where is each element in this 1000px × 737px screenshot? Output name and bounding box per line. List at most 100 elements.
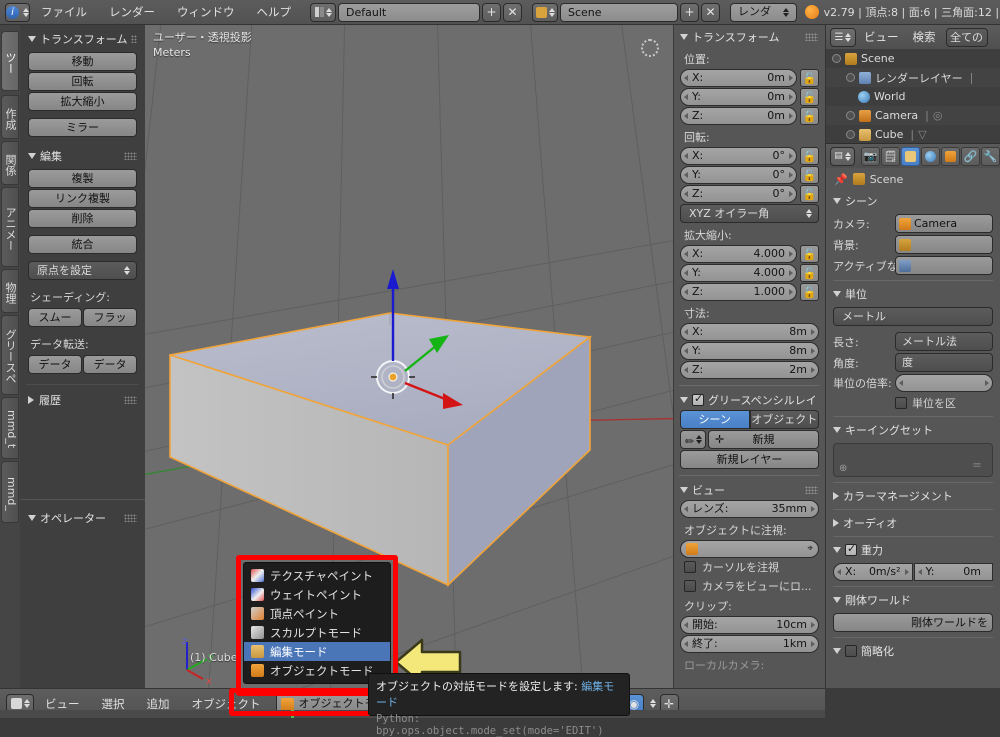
outliner-row-world[interactable]: World xyxy=(826,87,1000,106)
gravity-checkbox[interactable] xyxy=(845,542,857,556)
gp-object-button[interactable]: オブジェクト xyxy=(749,410,819,429)
rotation-x-field[interactable]: X: 0° xyxy=(680,147,797,165)
delete-screen-button[interactable]: ✕ xyxy=(503,2,522,22)
scale-y-field[interactable]: Y: 4.000 xyxy=(680,264,797,282)
color-management-section-header[interactable]: カラーマネージメント xyxy=(833,488,993,504)
tab-grease-pencil[interactable]: グリースペ xyxy=(1,315,19,395)
data-transfer-button[interactable]: データ xyxy=(28,355,82,374)
tab-mmd-tools[interactable]: mmd_t xyxy=(1,397,19,459)
grease-pencil-panel-header[interactable]: グリースペンシルレイ xyxy=(674,392,825,410)
lens-field[interactable]: レンズ: 35mm xyxy=(680,500,819,518)
expand-toggle-icon[interactable] xyxy=(846,130,855,139)
gravity-section-header[interactable]: 重力 xyxy=(833,542,993,558)
lock-scale-z-button[interactable]: 🔓 xyxy=(800,283,819,301)
clip-end-field[interactable]: 終了: 1km xyxy=(680,635,819,653)
eyedropper-icon[interactable]: ⌖ xyxy=(807,541,813,557)
outliner-row-camera[interactable]: Camera | ◎ xyxy=(826,106,1000,125)
join-button[interactable]: 統合 xyxy=(28,235,137,254)
lock-rotation-y-button[interactable]: 🔓 xyxy=(800,166,819,184)
rotate-button[interactable]: 回転 xyxy=(28,72,137,91)
tab-tools[interactable]: ツー xyxy=(1,31,19,91)
tab-render-layers-icon[interactable]: 🗒 xyxy=(881,146,900,166)
lock-scale-y-button[interactable]: 🔓 xyxy=(800,264,819,282)
separate-units-checkbox[interactable] xyxy=(895,397,907,409)
lock-object-field[interactable]: ⌖ xyxy=(680,540,819,558)
camera-data-icon[interactable]: ◎ xyxy=(933,109,943,122)
expand-toggle-icon[interactable] xyxy=(832,54,841,63)
render-engine-selector[interactable]: Blenderレンダー xyxy=(730,0,797,34)
simplify-section-header[interactable]: 簡略化 xyxy=(833,643,993,659)
scene-section-header[interactable]: シーン xyxy=(833,193,993,209)
gp-scene-button[interactable]: シーン xyxy=(680,410,750,429)
screen-layout-icon[interactable] xyxy=(310,2,336,22)
tab-animation[interactable]: アニメー xyxy=(1,187,19,267)
lock-cursor-row[interactable]: カーソルを注視 xyxy=(684,559,819,575)
menu-file[interactable]: ファイル xyxy=(30,4,98,20)
3d-viewport[interactable]: ユーザー・透視投影 Meters z y x (1) Cube xyxy=(145,25,673,688)
lock-location-z-button[interactable]: 🔓 xyxy=(800,107,819,125)
shade-smooth-button[interactable]: スムー xyxy=(28,308,82,327)
rotation-mode-dropdown[interactable]: XYZ オイラー角 xyxy=(680,204,819,223)
view-camera-gizmo-icon[interactable] xyxy=(641,39,659,57)
menu-help[interactable]: ヘルプ xyxy=(246,4,303,20)
data-transfer-layout-button[interactable]: データ xyxy=(83,355,137,374)
clip-start-field[interactable]: 開始: 10cm xyxy=(680,616,819,634)
gp-new-layer-button[interactable]: 新規レイヤー xyxy=(680,450,819,469)
simplify-checkbox[interactable] xyxy=(845,645,857,657)
screen-layout-name[interactable]: Default xyxy=(338,2,480,22)
tab-scene-icon[interactable] xyxy=(901,146,920,166)
pin-icon[interactable]: 📌 xyxy=(834,173,848,186)
keying-sets-section-header[interactable]: キーイングセット xyxy=(833,422,993,438)
angle-unit-dropdown[interactable]: 度 xyxy=(895,353,993,372)
operator-panel-header[interactable]: オペレーター xyxy=(28,510,137,526)
tab-physics[interactable]: 物理 xyxy=(1,269,19,313)
location-x-field[interactable]: X: 0m xyxy=(680,69,797,87)
lock-camera-checkbox[interactable] xyxy=(684,580,696,592)
outliner-display-mode-dropdown[interactable]: 全ての xyxy=(945,27,988,47)
lock-rotation-x-button[interactable]: 🔓 xyxy=(800,147,819,165)
rotation-z-field[interactable]: Z: 0° xyxy=(680,185,797,203)
transform-panel-header[interactable]: トランスフォーム xyxy=(674,25,825,47)
duplicate-linked-button[interactable]: リンク複製 xyxy=(28,189,137,208)
lock-location-x-button[interactable]: 🔓 xyxy=(800,69,819,87)
lock-location-y-button[interactable]: 🔓 xyxy=(800,88,819,106)
shade-flat-button[interactable]: フラッ xyxy=(83,308,137,327)
tab-constraints-icon[interactable]: 🔗 xyxy=(961,146,980,166)
tab-create[interactable]: 作成 xyxy=(1,95,19,139)
editor-type-selector-properties[interactable]: ▤ xyxy=(830,146,855,166)
add-scene-button[interactable]: + xyxy=(680,2,699,22)
lock-rotation-z-button[interactable]: 🔓 xyxy=(800,185,819,203)
gravity-y-field[interactable]: Y: 0m xyxy=(913,563,993,581)
gp-new-button[interactable]: ✛ 新規 xyxy=(708,430,819,449)
gp-brush-icon-button[interactable]: ✏ xyxy=(680,430,706,449)
rotation-y-field[interactable]: Y: 0° xyxy=(680,166,797,184)
expand-toggle-icon[interactable] xyxy=(846,111,855,120)
outliner-row-scene[interactable]: Scene xyxy=(826,49,1000,68)
scale-button[interactable]: 拡大縮小 xyxy=(28,92,137,111)
dimension-y-field[interactable]: Y: 8m xyxy=(680,342,819,360)
gravity-x-field[interactable]: X: 0m/s² xyxy=(833,563,913,581)
scale-x-field[interactable]: X: 4.000 xyxy=(680,245,797,263)
set-origin-dropdown[interactable]: 原点を設定 xyxy=(28,261,137,280)
scale-z-field[interactable]: Z: 1.000 xyxy=(680,283,797,301)
keying-sets-list[interactable]: ⊕ ＝ xyxy=(833,443,993,477)
tab-mmd[interactable]: mmd_ xyxy=(1,461,19,523)
menu-window[interactable]: ウィンドウ xyxy=(166,4,246,20)
location-z-field[interactable]: Z: 0m xyxy=(680,107,797,125)
units-section-header[interactable]: 単位 xyxy=(833,286,993,302)
history-panel-header[interactable]: 履歴 xyxy=(28,392,137,408)
duplicate-button[interactable]: 複製 xyxy=(28,169,137,188)
unit-system-selected[interactable]: メートル xyxy=(833,307,993,326)
outliner-menu-search[interactable]: 検索 xyxy=(907,29,942,45)
outliner-row-cube[interactable]: Cube | ▽ xyxy=(826,125,1000,143)
scene-browse-icon[interactable] xyxy=(532,2,558,22)
delete-button[interactable]: 削除 xyxy=(28,209,137,228)
edit-panel-header[interactable]: 編集 xyxy=(28,148,137,164)
camera-selector[interactable]: Camera xyxy=(895,214,993,233)
expand-toggle-icon[interactable] xyxy=(846,73,855,82)
mesh-data-icon[interactable]: ▽ xyxy=(918,128,926,141)
separate-units-row[interactable]: 単位を区 xyxy=(895,395,993,411)
add-keying-set-icon[interactable]: ⊕ xyxy=(839,463,847,474)
scene-name-field[interactable]: Scene xyxy=(560,2,678,22)
add-screen-button[interactable]: + xyxy=(482,2,501,22)
